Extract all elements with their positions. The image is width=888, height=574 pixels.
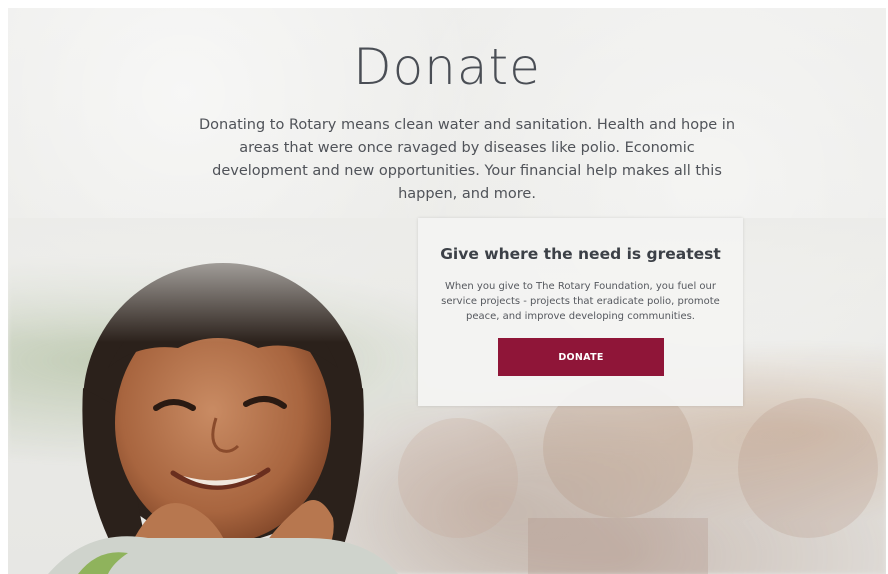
card-description: When you give to The Rotary Foundation, … <box>441 281 720 322</box>
page-title: Donate <box>353 38 541 96</box>
intro-paragraph: Donating to Rotary means clean water and… <box>198 117 736 202</box>
donation-card: Give where the need is greatest When you… <box>418 218 743 406</box>
page: Donate Donating to Rotary means clean wa… <box>8 8 886 574</box>
card-heading: Give where the need is greatest <box>440 245 721 263</box>
donate-button[interactable]: DONATE <box>498 338 664 376</box>
